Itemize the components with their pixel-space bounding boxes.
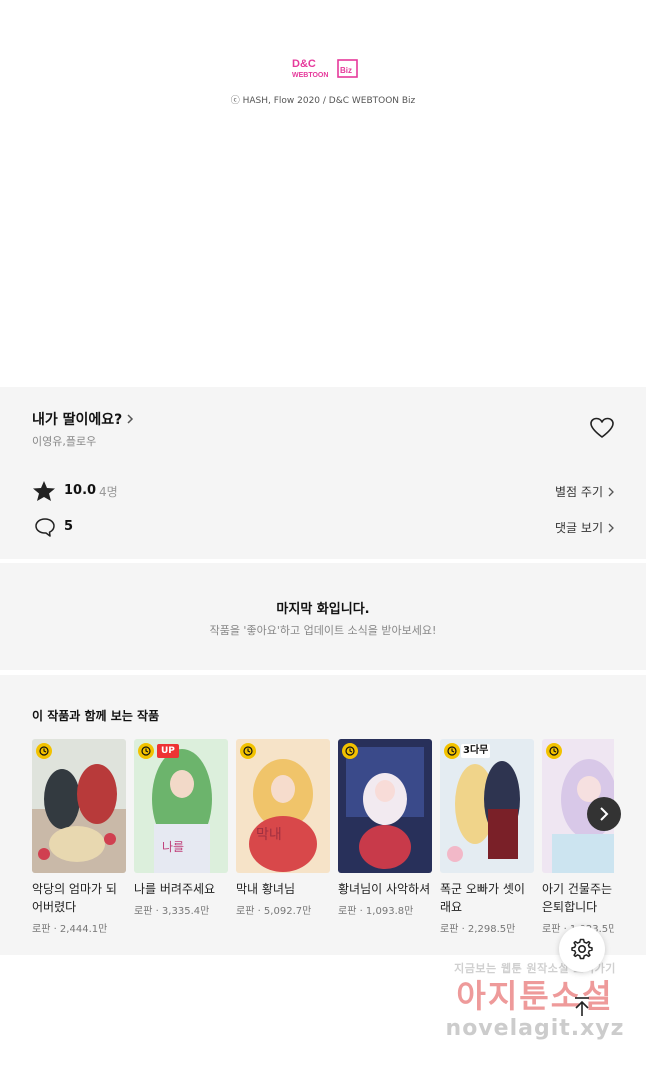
rate-button-label: 별점 주기 <box>555 485 603 499</box>
cover-image: 3다무 <box>440 739 534 873</box>
watermark-line2: 아지툰소설 <box>456 977 614 1015</box>
recommendation-meta: 로판 · 3,335.4만 <box>134 906 210 917</box>
episode-viewer: D&C WEBTOON Biz ⓒ HASH, Flow 2020 / D&C … <box>0 0 646 387</box>
svg-text:WEBTOON: WEBTOON <box>292 72 328 79</box>
free-badge: 3다무 <box>461 744 491 758</box>
svg-text:Biz: Biz <box>340 66 352 75</box>
rating-score: 10.0 <box>64 483 97 498</box>
carousel-next-button[interactable] <box>587 797 621 831</box>
recommendation-card[interactable]: 막내 막내 황녀님 로판 · 5,092.7만 <box>236 739 330 917</box>
dc-webtoon-biz-logo: D&C WEBTOON Biz <box>292 58 358 79</box>
chevron-right-icon <box>127 414 134 424</box>
clock-icon <box>36 743 52 759</box>
settings-button[interactable] <box>559 926 605 972</box>
copyright-text: ⓒ HASH, Flow 2020 / D&C WEBTOON Biz <box>230 96 416 106</box>
arrow-up-icon <box>575 997 589 1016</box>
recommendation-title: 폭군 오빠가 셋이래요 <box>440 882 525 914</box>
watermark-line1: 지금보는 웹툰 원작소설 보러가기 <box>454 962 616 975</box>
view-comments-button[interactable]: 댓글 보기 <box>555 519 614 536</box>
star-icon <box>33 481 55 501</box>
recommendations-section: 이 작품과 함께 보는 작품 악당의 엄마가 되어버렸다 로판 · 2,444.… <box>0 675 646 955</box>
recommendation-card[interactable]: 3다무 폭군 오빠가 셋이래요 로판 · 2,298.5만 <box>440 739 534 935</box>
work-title: 내가 딸이에요? <box>32 412 123 428</box>
recommendation-carousel: 악당의 엄마가 되어버렸다 로판 · 2,444.1만 나를 UP 나를 버려주… <box>32 739 614 949</box>
work-info-section: 내가 딸이에요? 이영유,플로우 10.0 4명 별점 주기 5 댓글 보기 <box>0 387 646 559</box>
svg-text:나를: 나를 <box>162 840 184 854</box>
recommendation-card[interactable]: 황녀님이 사악하셔 로판 · 1,093.8만 <box>338 739 432 917</box>
recommendation-meta: 로판 · 1,093.8만 <box>338 906 414 917</box>
view-comments-label: 댓글 보기 <box>555 521 603 535</box>
cover-image <box>32 739 126 873</box>
recommendation-title: 황녀님이 사악하셔 <box>338 882 431 896</box>
clock-icon <box>444 743 460 759</box>
recommendation-title: 악당의 엄마가 되어버렸다 <box>32 882 117 914</box>
gear-icon <box>571 938 593 960</box>
recommendation-card[interactable]: 악당의 엄마가 되어버렸다 로판 · 2,444.1만 <box>32 739 126 935</box>
recommendation-title: 나를 버려주세요 <box>134 882 216 896</box>
comment-icon <box>35 518 55 537</box>
recommendation-meta: 로판 · 2,298.5만 <box>440 924 516 935</box>
scroll-top-button[interactable] <box>568 993 596 1021</box>
recommendation-card[interactable]: 아기 건물주는 만 은퇴합니다 로판 · 1,023.5만 <box>542 739 614 935</box>
last-episode-subtitle: 작품을 '좋아요'하고 업데이트 소식을 받아보세요! <box>209 624 437 637</box>
heart-icon[interactable] <box>589 416 615 440</box>
cover-image: 나를 UP <box>134 739 228 873</box>
last-episode-notice: 마지막 화입니다. 작품을 '좋아요'하고 업데이트 소식을 받아보세요! <box>0 563 646 670</box>
update-badge: UP <box>157 744 179 758</box>
recommendation-title: 아기 건물주는 만 은퇴합니다 <box>542 882 614 914</box>
recommendation-card[interactable]: 나를 UP 나를 버려주세요 로판 · 3,335.4만 <box>134 739 228 917</box>
clock-icon <box>138 743 154 759</box>
chevron-right-icon <box>600 807 609 821</box>
comment-count: 5 <box>64 519 74 534</box>
recommendation-meta: 로판 · 5,092.7만 <box>236 906 312 917</box>
work-title-link[interactable]: 내가 딸이에요? <box>32 409 134 429</box>
svg-text:막내: 막내 <box>256 827 282 843</box>
clock-icon <box>546 743 562 759</box>
watermark: 지금보는 웹툰 원작소설 보러가기 아지툰소설 novelagit.xyz <box>440 960 630 1060</box>
clock-icon <box>240 743 256 759</box>
comment-row: 5 댓글 보기 <box>32 515 614 539</box>
svg-text:D&C: D&C <box>292 58 316 70</box>
chevron-right-icon <box>608 523 614 532</box>
recommendation-title: 막내 황녀님 <box>236 882 296 896</box>
rate-button[interactable]: 별점 주기 <box>555 483 614 500</box>
clock-icon <box>342 743 358 759</box>
recommendations-heading: 이 작품과 함께 보는 작품 <box>32 709 160 723</box>
cover-image <box>338 739 432 873</box>
cover-image: 막내 <box>236 739 330 873</box>
chevron-right-icon <box>608 487 614 496</box>
work-authors: 이영유,플로우 <box>32 435 97 448</box>
recommendation-meta: 로판 · 2,444.1만 <box>32 924 108 935</box>
watermark-line3: novelagit.xyz <box>445 1016 625 1041</box>
rating-row: 10.0 4명 별점 주기 <box>32 479 614 503</box>
last-episode-title: 마지막 화입니다. <box>276 602 370 617</box>
rater-count: 4명 <box>99 485 118 499</box>
